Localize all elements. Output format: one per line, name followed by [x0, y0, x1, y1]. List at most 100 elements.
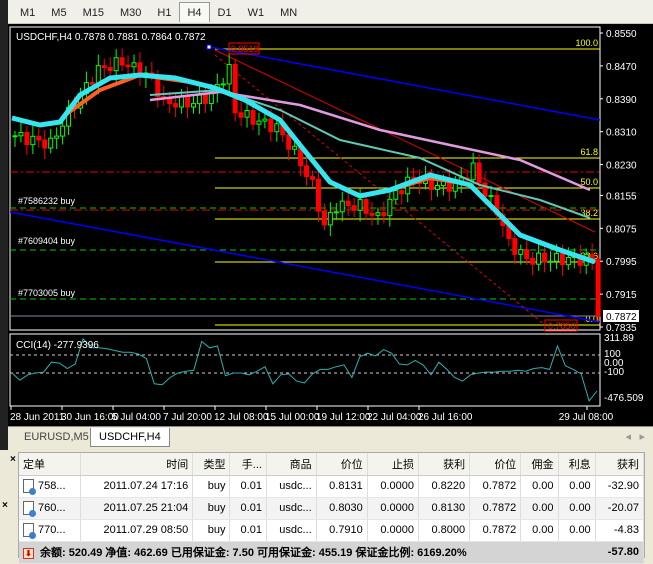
column-header[interactable]: 止损 — [367, 453, 419, 476]
timeframe-w1[interactable]: W1 — [240, 2, 273, 22]
column-header[interactable]: 类型 — [192, 453, 231, 476]
candle-body — [232, 63, 238, 114]
cell-text: 0.7872 — [482, 524, 517, 536]
time-tick: 15 Jul 00:00 — [265, 412, 320, 423]
timeframe-m15[interactable]: M15 — [75, 2, 112, 22]
candle-body — [54, 135, 60, 139]
candle-body — [36, 135, 42, 141]
cell-text: 0.7910 — [329, 524, 363, 536]
price-tick: 0.8390 — [606, 95, 637, 106]
table-row[interactable]: 760... 2011.07.25 21:04 buy 0.01 usdc... 0.80… — [19, 497, 645, 520]
cell: 0.7910 — [316, 519, 368, 542]
candle-body — [327, 211, 333, 226]
price-tick: 0.8470 — [606, 62, 637, 73]
tab-usdchf-h4[interactable]: USDCHF,H4 — [90, 428, 170, 447]
candle-body — [304, 165, 310, 178]
cell-text: 0.00 — [532, 502, 554, 514]
column-header[interactable]: 时间 — [80, 453, 194, 476]
candle-body — [113, 57, 119, 72]
cell-text: 0.00 — [569, 502, 591, 514]
candle-body — [542, 252, 548, 263]
summary-row: ⬇ 余额: 520.49 净值: 462.69 已用保证金: 7.50 可用保证金… — [19, 541, 645, 564]
table-row[interactable]: 770... 2011.07.29 08:50 buy 0.01 usdc... 0.79… — [19, 519, 645, 542]
cell-text: 0.00 — [532, 480, 554, 492]
cell: 0.0000 — [367, 519, 419, 542]
timeframe-d1[interactable]: D1 — [210, 2, 240, 22]
cell-text: 0.8220 — [431, 480, 466, 492]
time-tick: 22 Jul 04:00 — [367, 412, 422, 423]
scroll-right-icon[interactable]: ▸ — [639, 430, 645, 443]
column-header[interactable]: 手... — [229, 453, 267, 476]
cell-text: usdc... — [279, 480, 312, 492]
ma-pink — [149, 90, 591, 192]
cell: -20.07 — [595, 497, 645, 520]
candle-body — [363, 199, 369, 214]
trendline-red — [214, 49, 596, 233]
cell-text: buy — [207, 524, 226, 536]
candle-body — [125, 64, 131, 68]
cell-text: 0.7872 — [482, 502, 517, 514]
column-header[interactable]: 价位 — [469, 453, 522, 476]
cell: usdc... — [266, 497, 317, 520]
cell: 0.00 — [558, 475, 596, 498]
candle-body — [518, 249, 524, 255]
candle-body — [119, 57, 125, 66]
candle-body — [345, 200, 351, 207]
candle-body — [274, 123, 280, 133]
candle-body — [434, 185, 440, 190]
trendline-upper — [209, 46, 601, 121]
column-header[interactable]: 获利 — [418, 453, 471, 476]
column-header[interactable]: 价位 — [316, 453, 368, 476]
candle-body — [185, 96, 191, 108]
price-chart[interactable]: 100.0 61.8 50.0 38.2 23.6 0.0 #7586232 buy #76… — [8, 24, 653, 426]
candle-body — [393, 190, 399, 200]
column-header[interactable]: 商品 — [266, 453, 317, 476]
time-tick: 12 Jul 08:00 — [214, 412, 269, 423]
time-tick: 26 Jul 16:00 — [418, 412, 473, 423]
column-header[interactable]: 佣金 — [520, 453, 559, 476]
candle-body — [244, 110, 250, 118]
cell: 0.00 — [558, 519, 596, 542]
candle-body — [220, 83, 226, 86]
timeframe-m5[interactable]: M5 — [43, 2, 74, 22]
chart-canvas[interactable]: 100.061.850.038.223.60.0 #7586232 buy#76… — [8, 24, 653, 426]
close-icon[interactable]: × — [2, 500, 8, 511]
column-header[interactable]: 获利 — [595, 453, 645, 476]
cell: 0.00 — [520, 475, 559, 498]
cell: 0.00 — [558, 497, 596, 520]
candle-body — [60, 125, 66, 137]
timeframe-h4[interactable]: H4 — [179, 1, 210, 22]
cell: 0.7872 — [469, 475, 522, 498]
cell: 0.8220 — [418, 475, 471, 498]
account-summary: 余额: 520.49 净值: 462.69 已用保证金: 7.50 可用保证金:… — [40, 547, 467, 559]
timeframe-mn[interactable]: MN — [272, 2, 305, 22]
summary-icon: ⬇ — [23, 548, 34, 559]
scroll-left-icon[interactable]: ◂ — [625, 430, 631, 443]
candle-body — [12, 135, 18, 138]
table-row[interactable]: 758... 2011.07.24 17:16 buy 0.01 usdc... 0.81… — [19, 475, 645, 498]
timeframe-h1[interactable]: H1 — [149, 2, 179, 22]
timeframe-toolbar: M1 M5 M15 M30 H1 H4 D1 W1 MN — [8, 0, 653, 24]
timeframe-m30[interactable]: M30 — [112, 2, 149, 22]
time-tick: 30 Jun 16:00 — [61, 412, 119, 423]
candle-body — [548, 260, 553, 263]
fib-high-label: 0.8519 — [231, 44, 259, 54]
cell: usdc... — [266, 475, 317, 498]
cell: 0.7872 — [469, 519, 522, 542]
candle-body — [530, 257, 536, 265]
candle-body — [238, 112, 244, 118]
candle-body — [381, 212, 387, 217]
cell: -32.90 — [595, 475, 645, 498]
timeframe-m1[interactable]: M1 — [12, 2, 43, 22]
column-header[interactable]: 利息 — [558, 453, 596, 476]
candle-body — [375, 212, 381, 216]
candle-body — [196, 94, 202, 105]
column-header[interactable]: 定单 — [19, 453, 81, 476]
cell: -4.83 — [595, 519, 645, 542]
cell-text: 758... — [38, 479, 66, 492]
tab-eurusd-m5[interactable]: EURUSD,M5 — [16, 428, 97, 447]
cell-text: 0.7872 — [482, 480, 517, 492]
candle-body — [179, 96, 185, 108]
close-icon[interactable]: × — [10, 454, 16, 465]
candle-body — [173, 103, 179, 108]
